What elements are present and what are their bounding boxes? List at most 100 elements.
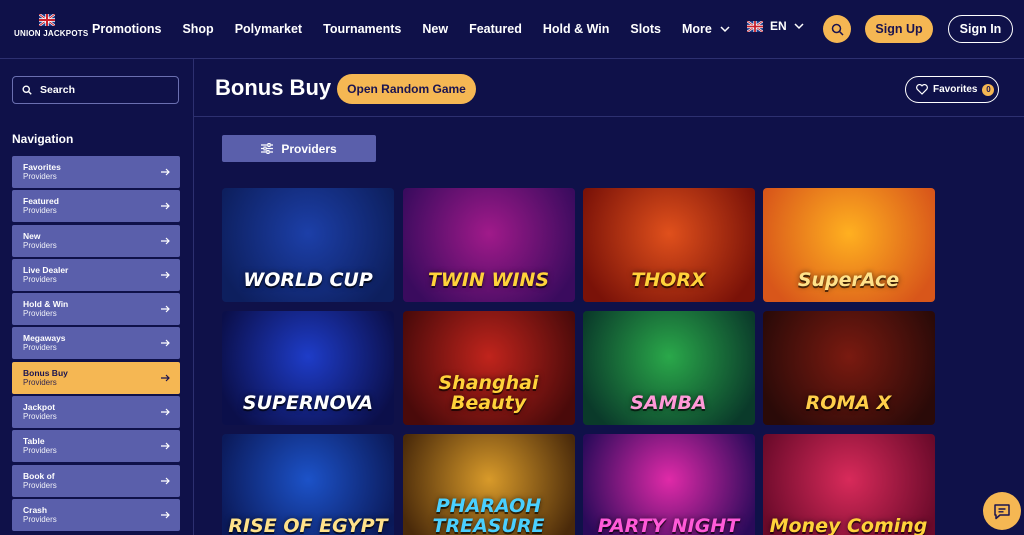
nav-promotions[interactable]: Promotions <box>92 22 161 36</box>
language-label: EN <box>770 19 787 33</box>
sidebar-item-megaways[interactable]: Megaways Providers <box>12 327 180 360</box>
game-title: Shanghai Beauty <box>438 372 539 414</box>
sidebar-item-sublabel: Providers <box>23 480 57 490</box>
favorites-count-badge: 0 <box>982 83 995 96</box>
search-placeholder: Search <box>40 84 76 96</box>
arrow-right-icon <box>161 305 170 313</box>
sidebar-item-label: Bonus Buy <box>23 367 68 378</box>
game-title: SUPERNOVA <box>242 392 374 414</box>
sidebar-category-list: Favorites Providers Featured Providers New Pr… <box>12 156 180 533</box>
game-title: SuperAce <box>797 269 900 291</box>
sidebar-item-sublabel: Providers <box>23 514 57 524</box>
game-tile-supernova[interactable]: SUPERNOVA <box>222 311 394 425</box>
sidebar-item-label: Jackpot <box>23 402 56 413</box>
chat-icon <box>994 503 1010 519</box>
game-tile-rise-of-egypt[interactable]: RISE OF EGYPT <box>222 434 394 535</box>
nav-new[interactable]: New <box>422 22 448 36</box>
nav-tournaments[interactable]: Tournaments <box>323 22 401 36</box>
sidebar-item-table[interactable]: Table Providers <box>12 430 180 463</box>
sidebar-item-label: Megaways <box>23 333 66 344</box>
favorites-button[interactable]: Favorites 0 <box>905 76 999 103</box>
sidebar-item-sublabel: Providers <box>23 309 57 319</box>
nav-more[interactable]: More <box>682 22 730 36</box>
game-tile-shanghai-beauty[interactable]: Shanghai Beauty <box>402 311 575 425</box>
navigation-heading: Navigation <box>12 132 74 146</box>
game-tile-party-night[interactable]: PARTY NIGHT <box>582 434 755 535</box>
arrow-right-icon <box>161 271 170 279</box>
main-nav: Promotions Shop Polymarket Tournaments N… <box>92 0 751 58</box>
sidebar-item-label: Book of <box>23 470 55 481</box>
logo-text: UNION JACKPOTS <box>14 29 89 38</box>
sign-up-button[interactable]: Sign Up <box>865 15 933 43</box>
game-tile-roma-x[interactable]: ROMA X <box>762 311 935 425</box>
game-tile-world-cup[interactable]: WORLD CUP <box>222 188 394 302</box>
page-title: Bonus Buy <box>215 75 332 100</box>
sidebar-item-label: Featured <box>23 196 59 207</box>
sidebar-item-label: Crash <box>23 504 48 515</box>
game-tile-samba[interactable]: SAMBA <box>582 311 755 425</box>
nav-more-label: More <box>681 22 712 36</box>
game-title: PARTY NIGHT <box>597 515 740 535</box>
header-search-button[interactable] <box>823 15 851 43</box>
sliders-icon <box>261 143 274 154</box>
nav-polymarket[interactable]: Polymarket <box>235 22 302 36</box>
sidebar-item-jackpot[interactable]: Jackpot Providers <box>12 396 180 429</box>
game-title: WORLD CUP <box>243 269 373 291</box>
game-tile-superace[interactable]: SuperAce <box>762 188 935 302</box>
top-header: UNION JACKPOTS Promotions Shop Polymarke… <box>0 0 1024 58</box>
providers-filter-button[interactable]: Providers <box>222 135 376 162</box>
sidebar-item-sublabel: Providers <box>23 343 57 353</box>
open-random-game-button[interactable]: Open Random Game <box>337 74 476 104</box>
sidebar-item-label: Table <box>23 436 45 447</box>
sidebar-item-featured[interactable]: Featured Providers <box>12 190 180 223</box>
sign-in-button[interactable]: Sign In <box>948 15 1013 43</box>
sidebar-item-sublabel: Providers <box>23 172 57 181</box>
game-title: RISE OF EGYPT <box>228 515 388 535</box>
game-tile-pharaoh-treasure[interactable]: PHARAOH TREASURE <box>402 434 575 535</box>
search-icon <box>22 85 32 95</box>
game-title: Money Coming <box>769 515 928 535</box>
arrow-right-icon <box>161 340 170 347</box>
sidebar-item-live-dealer[interactable]: Live Dealer Providers <box>12 258 180 291</box>
game-title: THORX <box>631 269 706 291</box>
game-title: ROMA X <box>805 392 892 414</box>
game-tile-thorx[interactable]: THORX <box>582 188 755 302</box>
favorites-label: Favorites <box>933 84 978 95</box>
sidebar-item-new[interactable]: New Providers <box>12 224 180 257</box>
nav-featured[interactable]: Featured <box>469 22 522 36</box>
sidebar-item-bonus-buy[interactable]: Bonus Buy Providers <box>12 361 180 394</box>
arrow-right-icon <box>161 168 170 176</box>
game-tile-money-coming[interactable]: Money Coming <box>762 434 935 535</box>
sidebar-item-hold-win[interactable]: Hold & Win Providers <box>12 293 180 326</box>
uk-flag-icon <box>747 20 763 32</box>
sidebar-item-book-of[interactable]: Book of Providers <box>12 464 180 497</box>
providers-label: Providers <box>281 141 337 156</box>
sidebar-item-sublabel: Providers <box>23 412 57 422</box>
sidebar: Search Navigation Favorites Providers Feat… <box>0 58 194 535</box>
sidebar-item-sublabel: Providers <box>23 206 57 216</box>
logo[interactable]: UNION JACKPOTS <box>14 14 89 44</box>
arrow-right-icon <box>161 511 170 519</box>
sidebar-search-input[interactable]: Search <box>12 76 179 104</box>
nav-shop[interactable]: Shop <box>182 22 213 36</box>
nav-hold-and-win[interactable]: Hold & Win <box>543 22 610 36</box>
sidebar-item-label: New <box>23 230 41 241</box>
chevron-down-icon <box>794 23 804 30</box>
chat-support-button[interactable] <box>983 492 1021 530</box>
game-title: TWIN WINS <box>427 269 550 291</box>
sidebar-item-label: Favorites <box>23 162 61 172</box>
sidebar-item-sublabel: Providers <box>23 377 57 387</box>
page-header: Bonus Buy Open Random Game Favorites 0 <box>194 58 1024 117</box>
game-title: SAMBA <box>630 392 707 414</box>
game-title: PHARAOH TREASURE <box>432 495 545 535</box>
sidebar-item-favorites[interactable]: Favorites Providers <box>12 156 180 188</box>
sidebar-item-crash[interactable]: Crash Providers <box>12 498 180 531</box>
sidebar-item-label: Hold & Win <box>23 299 69 310</box>
nav-slots[interactable]: Slots <box>630 22 661 36</box>
chevron-down-icon <box>720 26 730 33</box>
game-tile-twin-wins[interactable]: TWIN WINS <box>402 188 575 302</box>
arrow-right-icon <box>161 202 170 210</box>
language-selector[interactable]: EN <box>747 19 804 33</box>
sidebar-item-label: Live Dealer <box>23 264 69 275</box>
arrow-right-icon <box>161 408 170 416</box>
